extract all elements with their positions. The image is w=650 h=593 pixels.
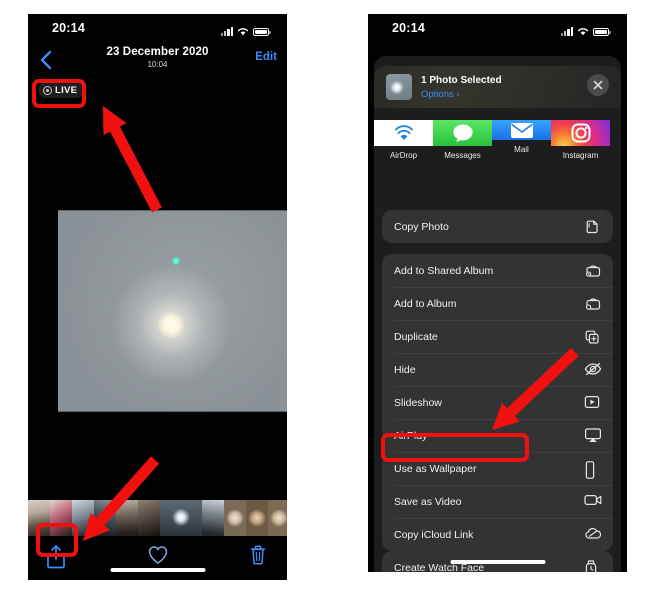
home-indicator-left bbox=[110, 568, 205, 572]
share-option-use-as-wallpaper[interactable]: Use as Wallpaper bbox=[382, 452, 613, 485]
thumbnail-filmstrip[interactable] bbox=[28, 500, 287, 536]
watch-icon bbox=[583, 559, 601, 572]
share-option-add-to-album[interactable]: Add to Album bbox=[382, 287, 613, 320]
share-app-mail[interactable]: Mail bbox=[492, 120, 551, 154]
share-options-group-2: Add to Shared Album Add to Album Duplicate… bbox=[382, 254, 613, 551]
shared-album-icon bbox=[583, 262, 601, 280]
share-option-duplicate[interactable]: Duplicate bbox=[382, 320, 613, 353]
page-title: 23 December 2020 bbox=[106, 46, 209, 58]
video-camera-icon bbox=[583, 493, 602, 511]
thumb-7-selected[interactable] bbox=[160, 500, 202, 536]
iphone-icon bbox=[583, 460, 601, 479]
thumb-8[interactable] bbox=[202, 500, 224, 536]
share-option-hide[interactable]: Hide bbox=[382, 353, 613, 386]
mail-icon bbox=[492, 120, 551, 140]
heart-icon[interactable] bbox=[147, 544, 169, 566]
share-option-copy-photo[interactable]: Copy Photo bbox=[382, 210, 613, 243]
icloud-link-icon bbox=[583, 526, 602, 544]
live-badge-label: LIVE bbox=[55, 84, 78, 96]
thumb-10[interactable] bbox=[246, 500, 268, 536]
right-phone-screenshot: 20:14 1 Photo Selected Options › AirDrop… bbox=[368, 14, 627, 572]
live-photo-badge[interactable]: LIVE bbox=[38, 82, 85, 98]
share-app-label: Mail bbox=[514, 145, 529, 154]
share-option-label: Use as Wallpaper bbox=[394, 462, 477, 475]
album-icon bbox=[583, 295, 601, 313]
airdrop-icon bbox=[374, 120, 433, 146]
edit-button[interactable]: Edit bbox=[255, 51, 277, 63]
lens-flare-dot bbox=[172, 257, 181, 265]
close-icon[interactable] bbox=[587, 74, 609, 96]
share-option-label: Copy iCloud Link bbox=[394, 528, 474, 541]
share-option-label: Duplicate bbox=[394, 330, 438, 343]
share-app-label: Instagram bbox=[562, 151, 599, 160]
share-options-group-1: Copy Photo bbox=[382, 210, 613, 243]
options-label: Options bbox=[421, 89, 454, 100]
share-option-label: Copy Photo bbox=[394, 220, 449, 233]
trash-icon[interactable] bbox=[249, 544, 267, 566]
share-apps-row[interactable]: AirDrop Messages Mail Instagram bbox=[374, 114, 621, 196]
share-option-label: Slideshow bbox=[394, 396, 442, 409]
share-option-add-to-shared-album[interactable]: Add to Shared Album bbox=[382, 254, 613, 287]
photo-time: 10:04 bbox=[147, 60, 168, 69]
photo-thumbnail bbox=[386, 74, 412, 100]
battery-icon bbox=[593, 27, 611, 36]
photo-nav-bar: 23 December 2020 10:04 Edit bbox=[28, 44, 287, 78]
selection-count-label: 1 Photo Selected bbox=[421, 75, 502, 86]
status-bar-left: 20:14 bbox=[28, 14, 287, 44]
airplay-icon bbox=[583, 427, 602, 445]
thumb-1[interactable] bbox=[28, 500, 50, 536]
cellular-bars-icon bbox=[560, 27, 573, 36]
battery-icon bbox=[253, 27, 271, 36]
share-sheet-header: 1 Photo Selected Options › bbox=[374, 66, 621, 108]
share-icon[interactable] bbox=[46, 544, 66, 570]
status-time: 20:14 bbox=[52, 21, 85, 35]
status-time: 20:14 bbox=[392, 21, 425, 35]
thumb-11[interactable] bbox=[268, 500, 287, 536]
instagram-icon bbox=[551, 120, 610, 146]
share-app-messages[interactable]: Messages bbox=[433, 120, 492, 160]
thumb-4[interactable] bbox=[94, 500, 116, 536]
share-option-label: Add to Shared Album bbox=[394, 264, 494, 277]
eye-slash-icon bbox=[583, 361, 602, 379]
home-indicator-right bbox=[450, 560, 545, 564]
wifi-icon bbox=[237, 27, 249, 36]
chevron-right-icon: › bbox=[456, 89, 460, 100]
share-app-label: AirDrop bbox=[389, 151, 418, 160]
share-option-slideshow[interactable]: Slideshow bbox=[382, 386, 613, 419]
share-option-label: Add to Album bbox=[394, 297, 457, 310]
wifi-icon bbox=[577, 27, 589, 36]
share-option-save-as-video[interactable]: Save as Video bbox=[382, 485, 613, 518]
share-option-label: AirPlay bbox=[394, 429, 428, 442]
thumb-3[interactable] bbox=[72, 500, 94, 536]
thumb-5[interactable] bbox=[116, 500, 138, 536]
share-option-label: Save as Video bbox=[394, 495, 462, 508]
share-option-copy-icloud-link[interactable]: Copy iCloud Link bbox=[382, 518, 613, 551]
status-bar-right: 20:14 bbox=[368, 14, 627, 44]
play-rect-icon bbox=[583, 394, 601, 412]
duplicate-icon bbox=[583, 328, 601, 346]
thumb-9[interactable] bbox=[224, 500, 246, 536]
options-link[interactable]: Options › bbox=[421, 89, 460, 100]
photo-viewer[interactable] bbox=[58, 210, 287, 412]
share-app-instagram[interactable]: Instagram bbox=[551, 120, 610, 160]
cellular-bars-icon bbox=[220, 27, 233, 36]
share-option-label: Hide bbox=[394, 363, 416, 376]
thumb-6[interactable] bbox=[138, 500, 160, 536]
live-photo-icon bbox=[43, 85, 52, 95]
share-app-label: Messages bbox=[444, 151, 481, 160]
share-app-airdrop[interactable]: AirDrop bbox=[374, 120, 433, 160]
share-option-airplay[interactable]: AirPlay bbox=[382, 419, 613, 452]
thumb-2[interactable] bbox=[50, 500, 72, 536]
left-phone-screenshot: 20:14 23 December 2020 10:04 Edit LIVE bbox=[28, 14, 287, 580]
messages-icon bbox=[433, 120, 492, 146]
copy-icon bbox=[583, 218, 601, 236]
